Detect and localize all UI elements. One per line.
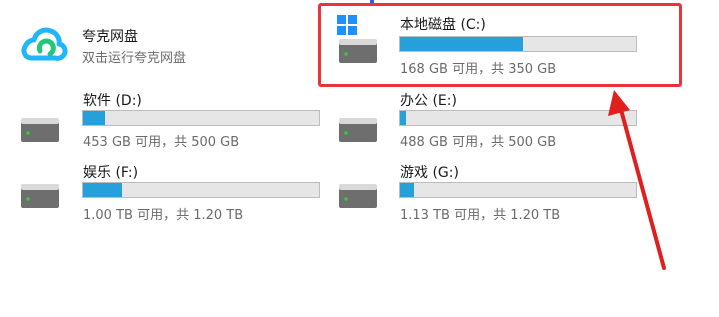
drive-d-usage-fill: [83, 111, 106, 125]
drive-f-usage-bar: [82, 182, 320, 198]
drive-d-usage-bar: [82, 110, 320, 126]
drive-g-space: 1.13 TB 可用，共 1.20 TB: [400, 208, 561, 223]
highlight-box: [318, 3, 682, 87]
hard-drive-icon: [339, 118, 377, 142]
drive-g[interactable]: 游戏 (G:) 1.13 TB 可用，共 1.20 TB: [334, 160, 644, 230]
hard-drive-icon: [21, 184, 59, 208]
drive-e-label: 办公 (E:): [400, 93, 457, 109]
drive-f-label: 娱乐 (F:): [83, 165, 139, 181]
drive-g-label: 游戏 (G:): [400, 165, 459, 181]
drive-e[interactable]: 办公 (E:) 488 GB 可用，共 500 GB: [334, 88, 644, 158]
annotation-arrow: [608, 90, 666, 270]
drive-g-usage-fill: [400, 183, 414, 197]
drive-f-usage-fill: [83, 183, 123, 197]
drive-f-space: 1.00 TB 可用，共 1.20 TB: [83, 208, 244, 223]
cloud-icon: [21, 27, 68, 61]
hard-drive-icon: [339, 184, 377, 208]
drive-e-usage-fill: [400, 111, 406, 125]
hard-drive-icon: [21, 118, 59, 142]
drive-d-label: 软件 (D:): [83, 93, 142, 109]
drive-f[interactable]: 娱乐 (F:) 1.00 TB 可用，共 1.20 TB: [16, 160, 326, 230]
quark-subtitle: 双击运行夸克网盘: [82, 51, 187, 66]
drive-d[interactable]: 软件 (D:) 453 GB 可用，共 500 GB: [16, 88, 326, 158]
quark-name: 夸克网盘: [82, 29, 138, 45]
quark-drive-tile[interactable]: 夸克网盘 双击运行夸克网盘: [16, 16, 276, 72]
drive-d-space: 453 GB 可用，共 500 GB: [83, 135, 240, 150]
drive-e-space: 488 GB 可用，共 500 GB: [400, 135, 557, 150]
